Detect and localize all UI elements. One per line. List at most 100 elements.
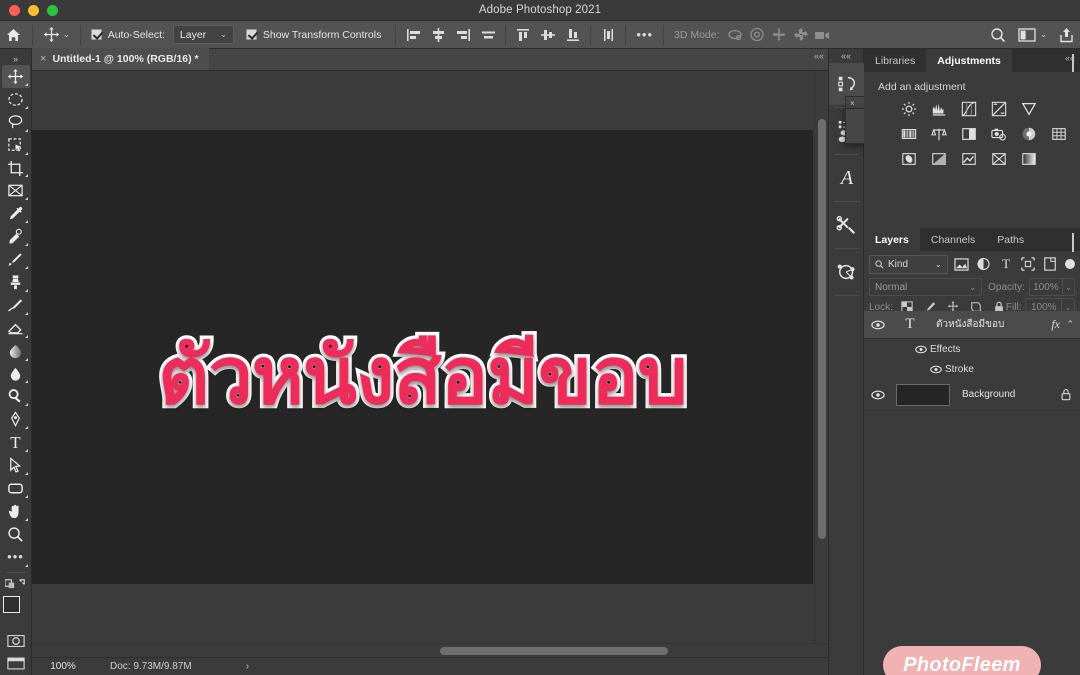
hand-tool[interactable]	[2, 500, 30, 523]
layer-row-background[interactable]: Background	[864, 379, 1080, 411]
character-panel-icon[interactable]: A	[829, 157, 865, 199]
move-tool[interactable]	[1, 65, 30, 88]
brightness-contrast-icon[interactable]	[900, 100, 917, 117]
rectangle-tool[interactable]	[2, 477, 30, 500]
invert-icon[interactable]	[900, 150, 917, 167]
layer-filter-kind-dropdown[interactable]: Kind ⌄	[869, 254, 948, 274]
type-tool[interactable]: T	[2, 431, 30, 454]
screen-mode-icon[interactable]	[2, 652, 30, 675]
artboard[interactable]: ตัวหนังสือมีขอบ	[32, 130, 813, 584]
pen-tool[interactable]	[2, 408, 30, 431]
tab-paths[interactable]: Paths	[986, 228, 1035, 251]
blend-mode-dropdown[interactable]: Normal ⌄	[869, 278, 983, 296]
black-white-icon[interactable]	[960, 125, 977, 142]
distribute-vertical-icon[interactable]	[597, 24, 619, 46]
canvas-vertical-scrollbar[interactable]	[814, 71, 828, 643]
gradient-tool[interactable]	[2, 340, 30, 363]
elliptical-marquee-tool[interactable]	[2, 88, 30, 111]
pan-3d-icon[interactable]	[768, 24, 790, 46]
align-right-edges-icon[interactable]	[452, 24, 474, 46]
blur-tool[interactable]	[2, 363, 30, 386]
curves-icon[interactable]	[960, 100, 977, 117]
panel-menu-icon[interactable]	[1072, 233, 1074, 252]
edit-toolbar-tool[interactable]: •••	[2, 546, 30, 569]
filter-pixel-icon[interactable]	[954, 257, 970, 272]
filter-shape-icon[interactable]	[1020, 257, 1036, 272]
chevron-down-icon[interactable]: ⌄	[969, 283, 976, 292]
default-colors-icon[interactable]	[2, 576, 30, 592]
chevron-down-icon[interactable]: ⌄	[220, 30, 227, 39]
tab-layers[interactable]: Layers	[864, 228, 920, 251]
align-horizontal-centers-icon[interactable]	[427, 24, 449, 46]
filter-type-icon[interactable]: T	[998, 256, 1014, 272]
color-balance-icon[interactable]	[930, 125, 947, 142]
search-icon[interactable]	[990, 27, 1006, 43]
chevron-down-icon[interactable]: ⌄	[935, 260, 942, 269]
selective-color-icon[interactable]	[990, 150, 1007, 167]
close-flyout-icon[interactable]: ×	[850, 99, 855, 108]
collapse-dock-icon[interactable]: ««	[829, 49, 863, 63]
tools-panel-icon[interactable]	[829, 204, 865, 246]
channel-mixer-icon[interactable]	[1020, 125, 1037, 142]
show-transform-checkbox[interactable]	[245, 29, 257, 40]
color-swatches[interactable]	[2, 595, 30, 624]
status-expand-icon[interactable]: ›	[192, 661, 249, 672]
quick-mask-icon[interactable]	[2, 629, 30, 652]
expand-toolbar-icon[interactable]: »	[13, 53, 18, 65]
vertical-scroll-thumb[interactable]	[818, 119, 826, 539]
layer-visibility-icon[interactable]	[864, 390, 892, 400]
chevron-down-icon[interactable]: ⌄	[63, 30, 70, 39]
align-vertical-centers-icon[interactable]	[537, 24, 559, 46]
zoom-tool[interactable]	[2, 523, 30, 546]
document-tab[interactable]: × Untitled-1 @ 100% (RGB/16) *	[32, 48, 209, 70]
tab-libraries[interactable]: Libraries	[864, 49, 926, 72]
effects-visibility-icon[interactable]	[912, 345, 930, 354]
exposure-icon[interactable]	[990, 100, 1007, 117]
auto-select-checkbox[interactable]	[90, 29, 102, 40]
gradient-map-icon[interactable]	[1020, 150, 1037, 167]
collapse-tabs-icon[interactable]: ««	[814, 51, 824, 61]
object-selection-tool[interactable]	[2, 134, 30, 157]
brush-tool[interactable]	[2, 248, 30, 271]
layer-row-text[interactable]: T ตัวหนังสือมีขอบ fx ⌃	[864, 311, 1080, 339]
distribute-horizontal-icon[interactable]	[477, 24, 499, 46]
eyedropper-tool[interactable]	[2, 202, 30, 225]
lasso-tool[interactable]	[2, 111, 30, 134]
tab-channels[interactable]: Channels	[920, 228, 986, 251]
layer-name[interactable]: ตัวหนังสือมีขอบ	[928, 317, 1004, 332]
orbit-3d-icon[interactable]	[724, 24, 746, 46]
eraser-tool[interactable]	[2, 317, 30, 340]
filter-enable-toggle[interactable]	[1065, 259, 1075, 269]
levels-icon[interactable]	[930, 100, 947, 117]
layer-effects-group-row[interactable]: Effects	[864, 339, 1080, 359]
chevron-down-icon[interactable]: ⌄	[1040, 30, 1047, 39]
layer-effect-stroke-row[interactable]: Stroke	[864, 359, 1080, 379]
align-top-edges-icon[interactable]	[512, 24, 534, 46]
workspace-icon[interactable]: ⌄	[1018, 27, 1047, 42]
filter-smart-object-icon[interactable]	[1042, 257, 1058, 272]
threshold-icon[interactable]	[960, 150, 977, 167]
vibrance-icon[interactable]	[1020, 100, 1037, 117]
active-tool-move-icon[interactable]: ⌄	[39, 26, 74, 43]
align-bottom-edges-icon[interactable]	[562, 24, 584, 46]
history-brush-tool[interactable]	[2, 294, 30, 317]
tab-adjustments[interactable]: Adjustments	[926, 49, 1012, 72]
path-selection-tool[interactable]	[2, 454, 30, 477]
clone-stamp-tool[interactable]	[2, 271, 30, 294]
layer-effects-badge[interactable]: fx	[1051, 317, 1060, 332]
horizontal-scroll-thumb[interactable]	[440, 647, 668, 655]
spot-healing-brush-tool[interactable]	[2, 225, 30, 248]
opacity-value-field[interactable]: 100%	[1028, 278, 1063, 296]
close-tab-icon[interactable]: ×	[40, 53, 46, 65]
canvas-area[interactable]: ตัวหนังสือมีขอบ	[32, 71, 828, 657]
camera-3d-icon[interactable]	[812, 24, 834, 46]
layer-locked-icon[interactable]	[1060, 388, 1072, 401]
filter-adjustment-icon[interactable]	[976, 257, 992, 272]
show-transform-group[interactable]: Show Transform Controls	[238, 21, 385, 49]
hue-saturation-icon[interactable]	[900, 125, 917, 142]
roll-3d-icon[interactable]	[746, 24, 768, 46]
frame-tool[interactable]	[2, 179, 30, 202]
more-options-button[interactable]: •••	[632, 21, 657, 49]
text-layer-content[interactable]: ตัวหนังสือมีขอบ	[155, 312, 692, 438]
foreground-color-swatch[interactable]	[2, 595, 20, 613]
